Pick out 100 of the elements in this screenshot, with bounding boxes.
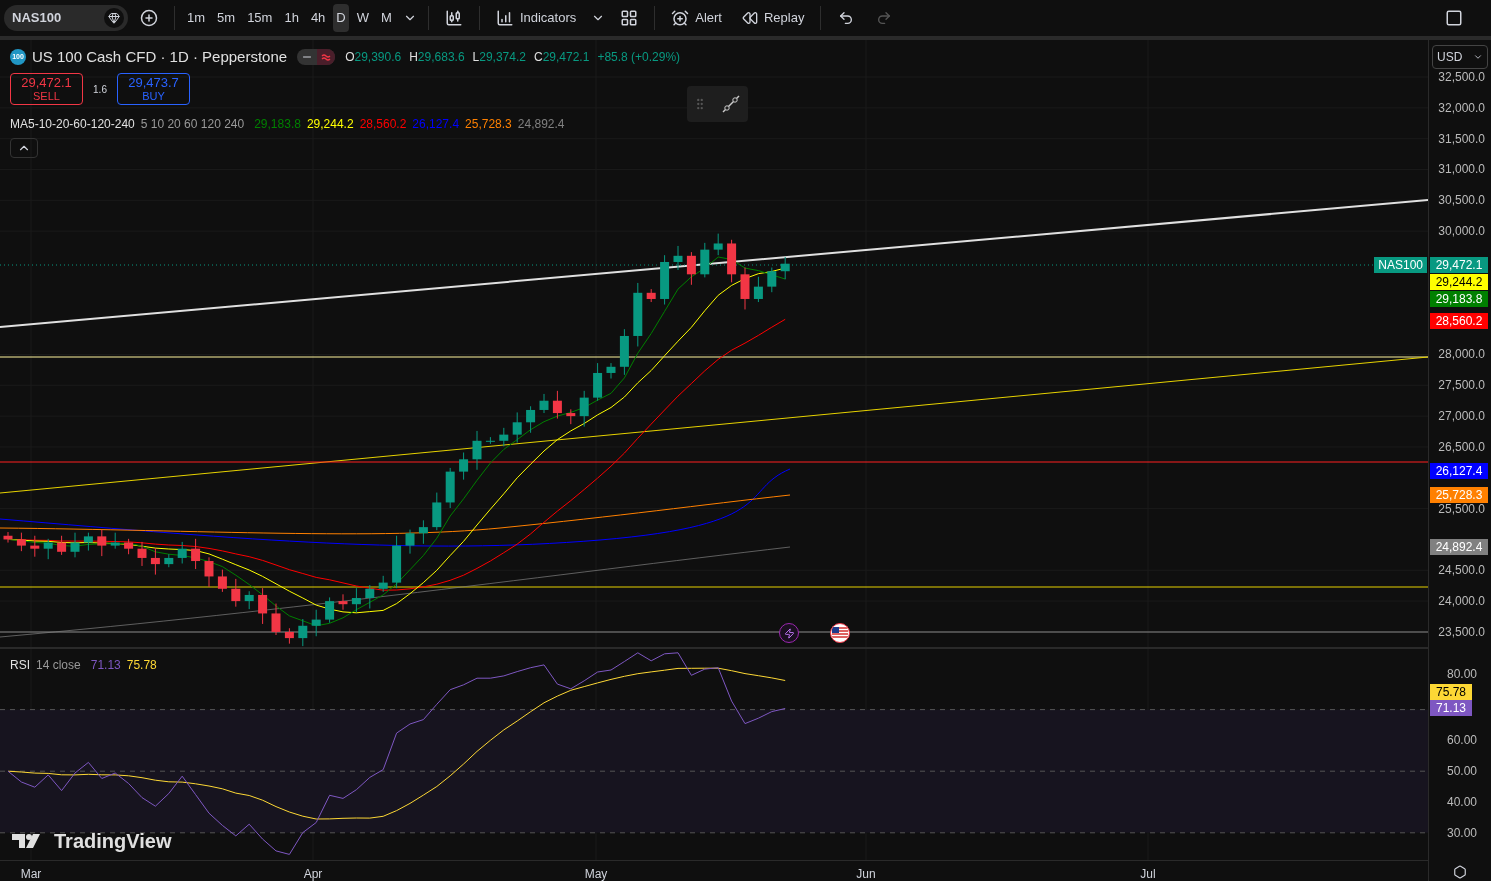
candlestick — [124, 538, 134, 555]
price-badge: 28,560.2 — [1430, 313, 1488, 329]
price-axis-label: 23,500.0 — [1438, 623, 1485, 641]
candlestick — [526, 405, 536, 434]
candlestick — [579, 390, 589, 428]
candlestick — [512, 411, 522, 444]
price-axis-label: 26,500.0 — [1438, 438, 1485, 456]
price-axis-label: 30,500.0 — [1438, 192, 1485, 210]
interval-button[interactable]: W — [352, 4, 374, 32]
rsi-axis-label: 60.00 — [1446, 732, 1477, 750]
price-badge: 29,244.2 — [1430, 274, 1488, 290]
lightning-icon[interactable] — [779, 623, 799, 643]
price-badge: 26,127.4 — [1430, 463, 1488, 479]
indicator-value: 26,127.4 — [412, 116, 460, 133]
candlestick — [405, 529, 415, 555]
candlestick — [552, 390, 562, 420]
price-change: +85.8 (+0.29%) — [597, 49, 681, 67]
indicators-button[interactable]: Indicators — [487, 4, 585, 32]
indicator-name: MA5-10-20-60-120-240 — [10, 116, 135, 133]
sell-button[interactable]: 29,472.1 SELL — [10, 73, 83, 105]
candlestick — [593, 362, 603, 402]
time-axis-label: Apr — [303, 866, 323, 881]
candlestick — [30, 535, 40, 558]
candlestick — [258, 587, 268, 625]
candlestick — [378, 575, 388, 593]
indicator-params: 5 10 20 60 120 240 — [140, 116, 245, 133]
interval-button[interactable]: 1m — [183, 4, 210, 32]
candlestick — [217, 569, 227, 593]
currency-dropdown[interactable]: USD — [1432, 45, 1488, 69]
rsi-badge: 71.13 — [1430, 700, 1472, 716]
alarm-clock-icon — [671, 9, 690, 27]
candlestick — [753, 276, 763, 303]
candlestick — [284, 627, 294, 645]
time-axis-label: Jun — [856, 866, 876, 881]
time-axis-label: May — [584, 866, 608, 881]
symbol-tag: NAS100 — [1374, 257, 1427, 273]
indicator-params: 14 close — [36, 657, 81, 674]
time-axis-label: Mar — [20, 866, 42, 881]
indicator-value: 29,183.8 — [254, 116, 301, 133]
candlestick — [392, 535, 402, 589]
interval-button[interactable]: 5m — [213, 4, 240, 32]
price-badge: 24,892.4 — [1430, 539, 1488, 555]
candlestick — [472, 430, 482, 471]
price-axis-label: 32,500.0 — [1438, 69, 1485, 86]
interval-button[interactable]: 4h — [306, 4, 330, 32]
price-axis-label: 32,000.0 — [1438, 99, 1485, 117]
candlestick — [351, 587, 361, 613]
logo-text: TradingView — [54, 829, 172, 854]
candlestick — [646, 288, 656, 303]
flag-icon[interactable] — [830, 623, 850, 643]
alert-button[interactable]: Alert — [663, 4, 730, 32]
rsi-badge: 75.78 — [1430, 684, 1472, 700]
rsi-axis-label: 40.00 — [1446, 794, 1477, 811]
candlestick — [633, 282, 643, 347]
candlestick — [137, 541, 147, 567]
interval-button[interactable]: M — [377, 4, 396, 32]
gem-icon[interactable] — [104, 8, 124, 28]
candlestick — [70, 532, 80, 558]
rsi-axis-label: 50.00 — [1446, 763, 1477, 781]
candlestick — [204, 556, 214, 588]
price-badge: 25,728.3 — [1430, 487, 1488, 503]
candlestick — [713, 233, 723, 256]
indicator-value: 24,892.4 — [517, 116, 565, 133]
candlestick — [619, 328, 629, 376]
bar-chart-icon — [495, 9, 514, 27]
rewind-icon — [742, 10, 758, 26]
time-axis-label: Jul — [1140, 866, 1156, 881]
candlestick — [499, 427, 509, 447]
candlestick — [231, 578, 241, 608]
price-axis-label: 28,000.0 — [1438, 346, 1485, 364]
candlestick — [244, 590, 254, 610]
price-axis-label: 24,000.0 — [1438, 593, 1485, 611]
candlestick — [83, 532, 93, 552]
settings-icon[interactable] — [1453, 865, 1467, 879]
symbol-title: US 100 Cash CFD · 1D · Pepperstone — [32, 47, 288, 67]
candlestick — [191, 538, 201, 570]
buy-button[interactable]: 29,473.7 BUY — [117, 73, 190, 105]
interval-button[interactable]: 15m — [243, 4, 277, 32]
interval-button[interactable]: D — [333, 4, 349, 32]
symbol-search-field[interactable]: NAS100 — [4, 5, 128, 31]
collapse-button[interactable] — [10, 138, 38, 158]
candlestick — [177, 541, 187, 564]
candlestick — [57, 535, 67, 556]
candlestick — [271, 603, 281, 636]
ohlc-value: C29,472.1 — [534, 49, 590, 67]
plus-icon — [140, 9, 158, 27]
chevron-down-icon — [1473, 52, 1483, 62]
indicator-value: 75.78 — [126, 657, 157, 674]
candlestick — [686, 251, 696, 286]
candlestick — [338, 593, 348, 611]
candlestick — [767, 267, 777, 293]
ohlc-value: L29,374.2 — [472, 49, 526, 67]
candlestick — [164, 553, 174, 568]
indicator-value: 29,244.2 — [306, 116, 354, 133]
interval-button[interactable]: 1h — [280, 4, 303, 32]
candlestick — [673, 245, 683, 271]
candlestick — [539, 393, 549, 414]
indicator-value: 71.13 — [90, 657, 121, 674]
price-axis-label: 30,000.0 — [1438, 223, 1485, 241]
replay-button[interactable]: Replay — [734, 4, 813, 32]
